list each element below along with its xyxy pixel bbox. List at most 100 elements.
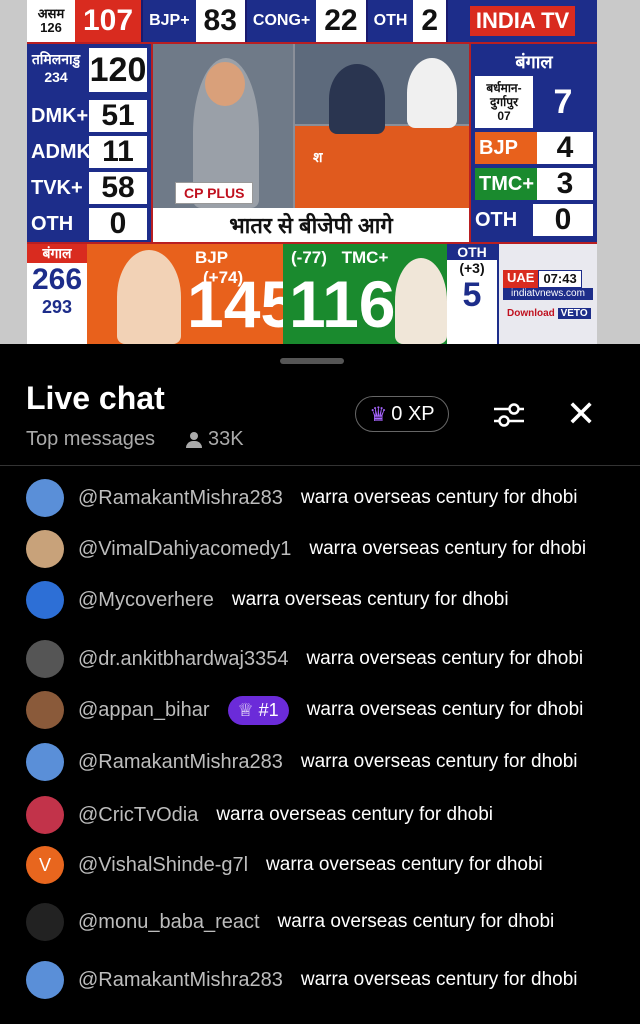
message-text: warra overseas century for dhobi	[231, 589, 509, 610]
anchor-head	[205, 62, 245, 106]
xp-button[interactable]: ♛ 0 XP	[355, 396, 449, 432]
uae-label: UAE	[503, 270, 539, 288]
result-row: BJP 4	[475, 131, 593, 164]
message-author[interactable]: @RamakantMishra283	[78, 969, 283, 992]
tmc-value: 116	[289, 267, 396, 341]
avatar[interactable]	[26, 743, 64, 781]
message-text: warra overseas century for dhobi	[306, 699, 584, 720]
party-label: TMC+	[475, 168, 537, 200]
avatar[interactable]	[26, 796, 64, 834]
ad-panel: UAE 07:43 indiatvnews.com Download VETO	[499, 244, 597, 344]
rank-badge-label: #1	[258, 699, 279, 720]
crown-icon: ♕	[237, 699, 259, 720]
party-value: 2	[413, 0, 447, 42]
tamilnadu-total: 234	[44, 69, 68, 85]
avatar[interactable]	[26, 961, 64, 999]
message-author[interactable]: @VishalShinde-g7l	[78, 854, 248, 877]
oth-value: 5	[462, 276, 482, 314]
tamilnadu-lead: 120	[89, 48, 147, 92]
avatar[interactable]	[26, 479, 64, 517]
channel-logo: INDIA TV	[448, 0, 597, 42]
bjp-label: BJP	[195, 248, 228, 267]
crown-icon: ♛	[369, 403, 388, 426]
close-icon[interactable]: ✕	[566, 394, 596, 434]
chat-mode-selector[interactable]: Top messages	[26, 428, 155, 451]
result-row: OTH 0	[475, 203, 593, 236]
xp-value: 0 XP	[391, 402, 435, 425]
avatar[interactable]	[26, 691, 64, 729]
message-text: warra overseas century for dhobi	[300, 751, 578, 772]
bjp-value: 145	[187, 267, 298, 341]
message-author[interactable]: @Mycoverhere	[78, 589, 214, 612]
bengal-total: 266	[31, 263, 83, 296]
party-label: DMK+	[31, 104, 89, 127]
drag-handle[interactable]	[280, 358, 344, 364]
message-author[interactable]: @VimalDahiyacomedy1	[78, 538, 291, 561]
avatar[interactable]	[26, 903, 64, 941]
user-icon	[186, 431, 202, 448]
assam-value: 107	[75, 0, 142, 42]
party-label: CONG+	[246, 0, 317, 42]
chat-message[interactable]: @RamakantMishra283 warra overseas century…	[26, 478, 578, 518]
message-author[interactable]: @CricTvOdia	[78, 804, 198, 827]
broadcast-frame: असम 126 107 BJP+ 83 CONG+ 22 OTH 2 INDIA…	[27, 0, 597, 344]
seat-count: 0	[89, 207, 147, 240]
result-row: DMK+ 51	[31, 99, 147, 132]
oth-cell: OTH 2	[367, 0, 449, 42]
chat-message[interactable]: @RamakantMishra283 warra overseas century…	[26, 742, 578, 782]
tmc-change: (-77)	[291, 248, 327, 267]
chat-message[interactable]: @Mycoverhere warra overseas century for d…	[26, 580, 509, 620]
chat-message[interactable]: @appan_bihar ♕ #1 warra overseas century f…	[26, 690, 583, 730]
party-label: OTH	[475, 208, 518, 231]
chat-message[interactable]: @CricTvOdia warra overseas century for dh…	[26, 795, 493, 835]
message-author[interactable]: @RamakantMishra283	[78, 751, 283, 774]
result-row: ADMK+ 11	[31, 135, 147, 168]
tmc-label: TMC+	[341, 248, 389, 267]
sponsor-label: CP PLUS	[175, 182, 254, 204]
chat-message[interactable]: @monu_baba_react warra overseas century f…	[26, 902, 554, 942]
bengal-label: बंगाल	[27, 244, 87, 263]
party-label: BJP+	[143, 0, 196, 42]
tamilnadu-label: तमिलनाडु	[31, 51, 81, 67]
avatar[interactable]	[26, 640, 64, 678]
message-author[interactable]: @dr.ankitbhardwaj3354	[78, 648, 288, 671]
leader-photo	[395, 258, 447, 344]
assam-total: 126	[40, 20, 62, 35]
download-label: Download	[507, 308, 555, 319]
sliders-icon[interactable]	[492, 400, 526, 430]
party-value: 22	[316, 0, 366, 42]
message-text: warra overseas century for dhobi	[300, 487, 578, 508]
tamilnadu-panel: तमिलनाडु 234 120 DMK+ 51 ADMK+ 11 TVK+ 58 O…	[27, 44, 151, 242]
video-player[interactable]: असम 126 107 BJP+ 83 CONG+ 22 OTH 2 INDIA…	[0, 0, 640, 344]
chat-message[interactable]: V @VishalShinde-g7l warra overseas century…	[26, 845, 543, 885]
seat-value: 7	[553, 82, 573, 121]
avatar[interactable]	[26, 530, 64, 568]
rank-badge: ♕ #1	[227, 695, 289, 725]
studio-video-feed: CP PLUS श	[153, 44, 469, 208]
party-label: OTH	[31, 212, 74, 235]
message-author[interactable]: @RamakantMishra283	[78, 487, 283, 510]
avatar[interactable]	[26, 581, 64, 619]
guest-figure	[407, 58, 457, 128]
chat-title: Live chat	[26, 380, 165, 416]
bengal-majority: 293	[41, 297, 73, 317]
avatar[interactable]: V	[26, 846, 64, 884]
message-author[interactable]: @appan_bihar	[78, 699, 210, 722]
result-row: TMC+ 3	[475, 167, 593, 200]
chat-message[interactable]: @dr.ankitbhardwaj3354 warra overseas cent…	[26, 639, 583, 679]
chat-message[interactable]: @RamakantMishra283 warra overseas century…	[26, 960, 578, 1000]
guest-figure	[329, 64, 385, 134]
viewer-count: 33K	[186, 428, 244, 451]
party-label: ADMK+	[31, 140, 103, 163]
bengal-title: बंगाल	[515, 52, 553, 72]
seat-name: बर्धमान-दुर्गापुर	[486, 81, 522, 109]
bjp-cell: BJP+ 83	[143, 0, 247, 42]
oth-bengal-cell: OTH (+3) 5	[447, 244, 497, 344]
message-text: warra overseas century for dhobi	[306, 648, 584, 669]
bengal-results-bar: बंगाल 266 293 BJP (+74) 145 (-77) TMC+ 1…	[27, 244, 597, 344]
message-author[interactable]: @monu_baba_react	[78, 911, 260, 934]
chat-message[interactable]: @VimalDahiyacomedy1 warra overseas centur…	[26, 529, 586, 569]
veto-logo: VETO	[557, 308, 591, 319]
message-text: warra overseas century for dhobi	[309, 538, 587, 559]
seat-count: 3	[537, 167, 593, 200]
